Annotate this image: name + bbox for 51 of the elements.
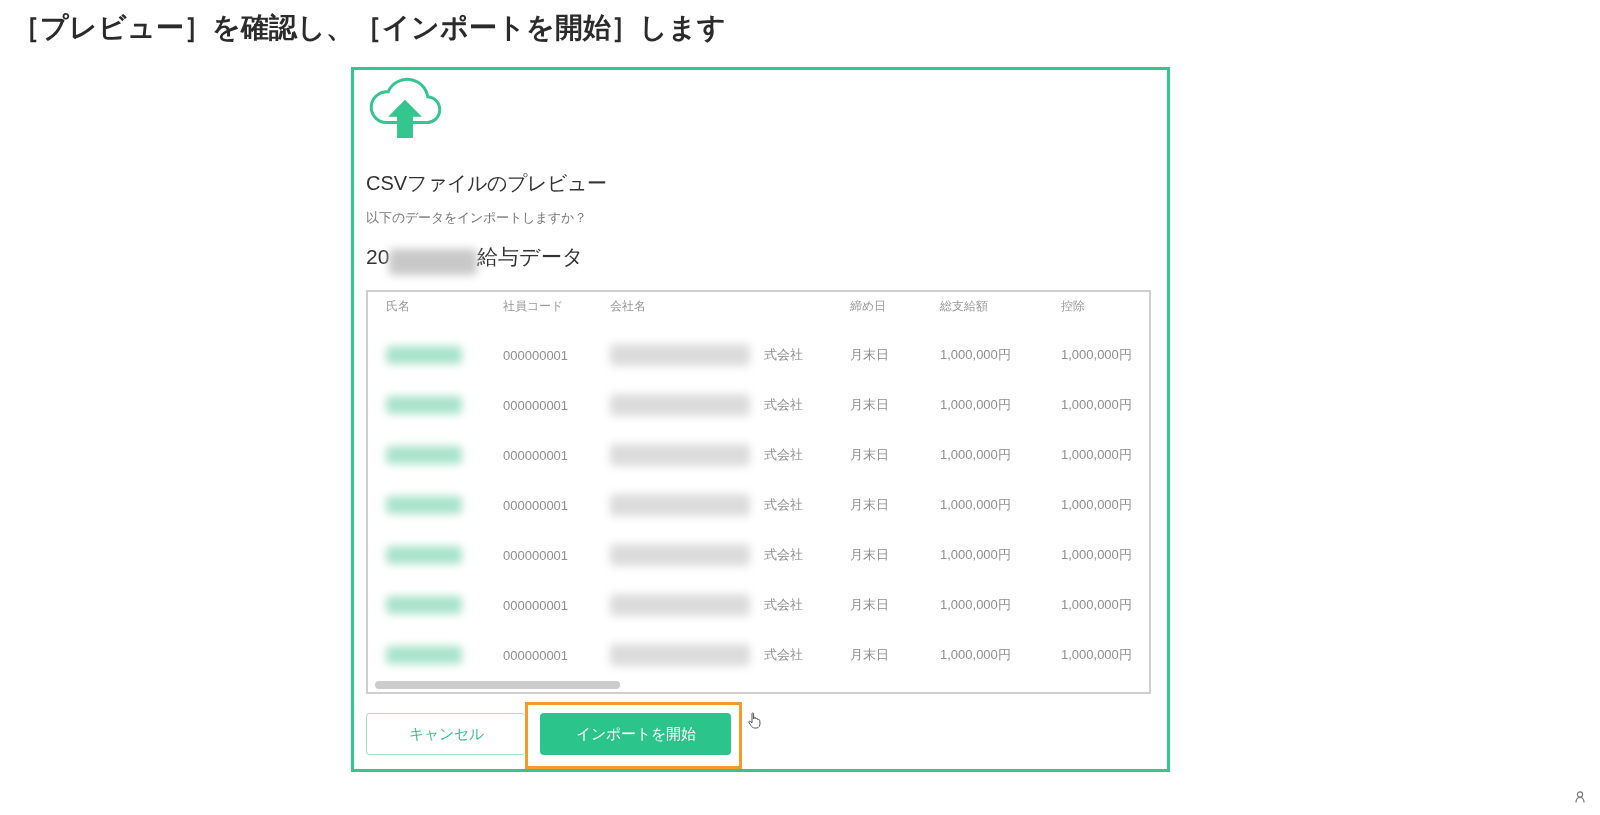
table-cell: 式会社 xyxy=(764,396,803,415)
page-heading: ［プレビュー］を確認し、［インポートを開始］します xyxy=(12,11,726,45)
dialog-prompt: 以下のデータをインポートしますか？ xyxy=(366,209,587,228)
table-cell: 式会社 xyxy=(764,646,803,665)
column-header: 総支給額 xyxy=(940,297,989,315)
table-cell-text: 000000001 xyxy=(503,397,570,413)
person-icon xyxy=(1575,791,1585,803)
table-cell-text: 000000001 xyxy=(503,347,570,363)
table-cell-text: 月末日 xyxy=(850,646,890,665)
table-cell: 式会社 xyxy=(764,496,803,515)
table-cell-text: 1,000,000円 xyxy=(1061,646,1133,665)
table-cell-text: 1,000,000円 xyxy=(1061,346,1133,365)
table-cell-text: 月末日 xyxy=(850,596,890,615)
column-header: 控除 xyxy=(1061,297,1086,315)
table-cell-text: 000000001 xyxy=(503,447,570,463)
table-cell: 式会社 xyxy=(764,346,803,365)
table-cell-text: 000000001 xyxy=(503,497,570,513)
column-header: 社員コード xyxy=(503,297,564,315)
table-cell-text: 月末日 xyxy=(850,496,890,515)
import-button[interactable]: インポートを開始 xyxy=(540,713,731,755)
report-title-start: 20 xyxy=(366,244,390,271)
table-cell-text: 000000001 xyxy=(503,597,570,613)
scrollbar-thumb[interactable] xyxy=(375,681,620,690)
table-cell-text: 000000001 xyxy=(503,547,570,563)
table-cell-text: 1,000,000円 xyxy=(940,346,1012,365)
report-title-end: 給与データ xyxy=(477,244,585,271)
table-cell-text: 1,000,000円 xyxy=(1061,396,1133,415)
column-header: 氏名 xyxy=(386,297,411,315)
table-cell-text: 1,000,000円 xyxy=(940,646,1012,665)
column-header: 会社名 xyxy=(610,297,647,315)
table-cell-text: 1,000,000円 xyxy=(940,396,1012,415)
table-cell-text: 月末日 xyxy=(850,546,890,565)
table-cell: 式会社 xyxy=(764,446,803,465)
table-cell-text: 1,000,000円 xyxy=(1061,596,1133,615)
table-cell: 式会社 xyxy=(764,546,803,565)
cancel-button[interactable]: キャンセル xyxy=(366,713,525,755)
table-cell-text: 月末日 xyxy=(850,346,890,365)
table-cell-text: 1,000,000円 xyxy=(1061,446,1133,465)
table-cell-text: 1,000,000円 xyxy=(940,596,1012,615)
table-cell-text: 月末日 xyxy=(850,446,890,465)
table-cell-text: 1,000,000円 xyxy=(940,446,1012,465)
dialog-title: CSVファイルのプレビュー xyxy=(366,171,608,197)
hand-cursor-icon xyxy=(748,712,762,729)
table-cell-text: 1,000,000円 xyxy=(940,546,1012,565)
table-cell-text: 000000001 xyxy=(503,647,570,663)
table-cell: 式会社 xyxy=(764,596,803,615)
table-cell-text: 1,000,000円 xyxy=(1061,496,1133,515)
table-cell-text: 月末日 xyxy=(850,396,890,415)
table-cell-text: 1,000,000円 xyxy=(940,496,1012,515)
table-cell-text: 1,000,000円 xyxy=(1061,546,1133,565)
column-header: 締め日 xyxy=(850,297,887,315)
